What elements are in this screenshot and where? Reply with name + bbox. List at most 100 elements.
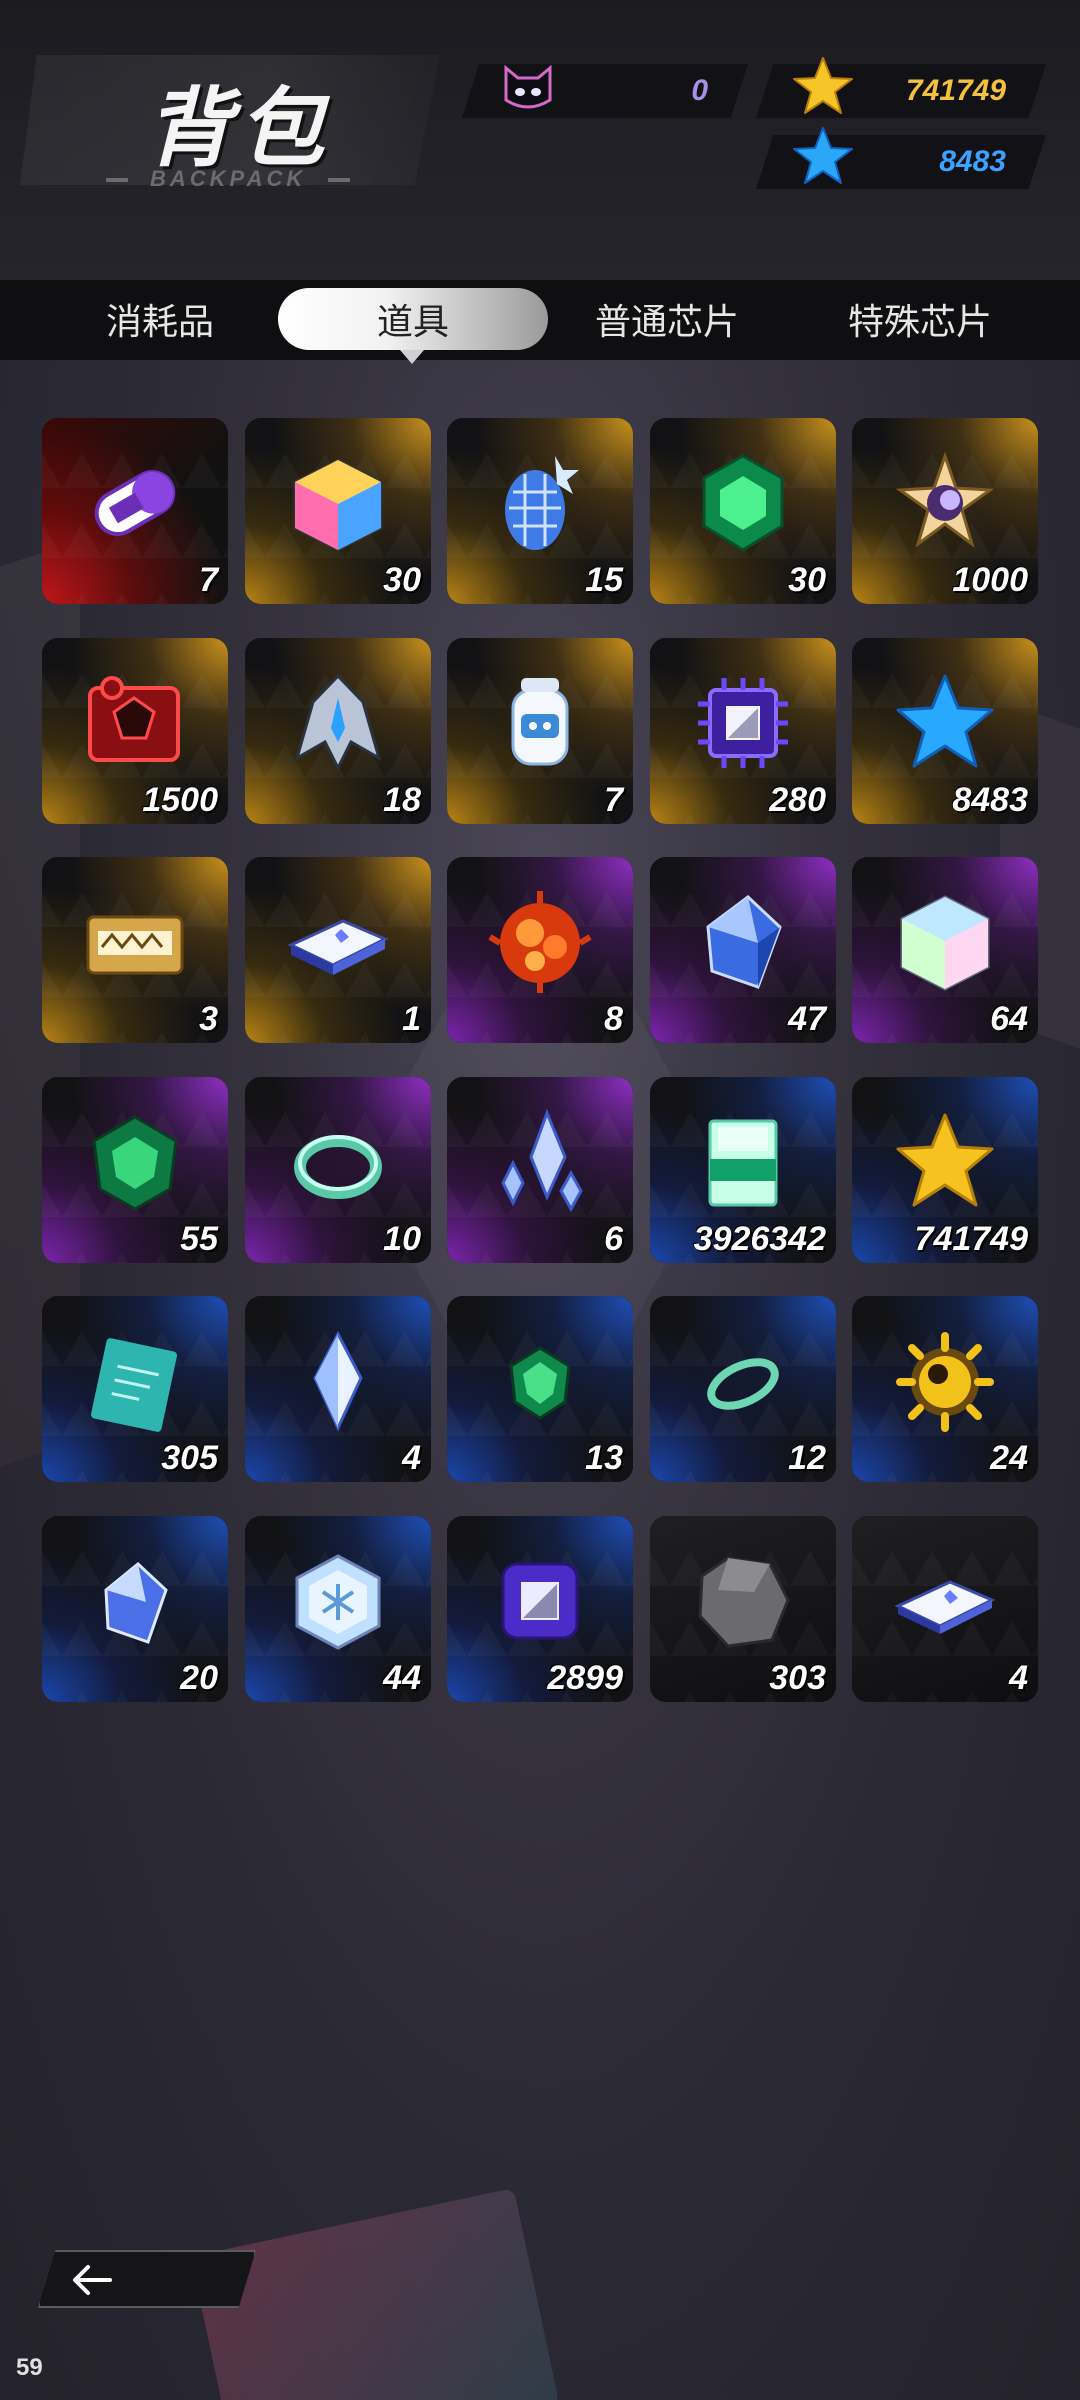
blue-star-icon bbox=[793, 127, 853, 184]
item-tile[interactable]: 30 bbox=[245, 418, 431, 604]
item-tile[interactable]: 6 bbox=[447, 1077, 633, 1263]
item-tile[interactable]: 303 bbox=[650, 1516, 836, 1702]
snowflake-hex-icon bbox=[295, 1554, 381, 1650]
item-tile[interactable]: 2899 bbox=[447, 1516, 633, 1702]
item-tile[interactable]: 280 bbox=[650, 638, 836, 824]
blue-star-icon bbox=[896, 674, 994, 768]
item-tile[interactable]: 741749 bbox=[852, 1077, 1038, 1263]
fps-counter: 59 bbox=[16, 2354, 43, 2381]
category-tabs: 消耗品 道具 普通芯片 特殊芯片 bbox=[0, 280, 1080, 364]
tab-special-chips[interactable]: 特殊芯片 bbox=[785, 288, 1055, 350]
spiky-orb-icon bbox=[896, 1332, 994, 1432]
item-count: 741749 bbox=[914, 1220, 1028, 1258]
crystal-block-icon bbox=[708, 1119, 778, 1207]
back-arrow-icon bbox=[73, 2265, 112, 2295]
item-count: 1000 bbox=[952, 561, 1028, 599]
item-tile[interactable]: 30 bbox=[650, 418, 836, 604]
item-tile[interactable]: 8483 bbox=[852, 638, 1038, 824]
item-count: 3 bbox=[199, 1000, 218, 1038]
item-tile[interactable]: 13 bbox=[447, 1296, 633, 1482]
item-count: 20 bbox=[180, 1659, 218, 1697]
item-count: 4 bbox=[1009, 1659, 1028, 1697]
item-count: 24 bbox=[990, 1439, 1028, 1477]
item-tile[interactable]: 3 bbox=[42, 857, 228, 1043]
item-tile[interactable]: 10 bbox=[245, 1077, 431, 1263]
item-count: 8483 bbox=[952, 781, 1028, 819]
plate-icon bbox=[287, 919, 389, 975]
blue-star-value: 8483 bbox=[939, 145, 1006, 178]
robot-jar-icon bbox=[511, 678, 569, 766]
purple-chip-icon bbox=[698, 678, 788, 768]
item-count: 64 bbox=[990, 1000, 1028, 1038]
blueprint-icon bbox=[91, 1338, 177, 1432]
item-tile[interactable]: 12 bbox=[650, 1296, 836, 1482]
item-count: 7 bbox=[604, 781, 623, 819]
item-tile[interactable]: 4 bbox=[245, 1296, 431, 1482]
cube-icon bbox=[293, 458, 383, 552]
item-tile[interactable]: 47 bbox=[650, 857, 836, 1043]
item-count: 18 bbox=[383, 781, 421, 819]
tab-items[interactable]: 道具 bbox=[278, 288, 548, 350]
small-emerald-icon bbox=[509, 1346, 571, 1420]
small-crystal-icon bbox=[104, 1562, 168, 1644]
blue-crystal-icon bbox=[706, 895, 782, 989]
tab-consumables[interactable]: 消耗品 bbox=[25, 288, 295, 350]
emerald-icon bbox=[92, 1115, 178, 1211]
item-tile[interactable]: 7 bbox=[42, 418, 228, 604]
item-tile[interactable]: 1500 bbox=[42, 638, 228, 824]
background-poster bbox=[190, 2188, 560, 2400]
mech-wing-icon bbox=[294, 673, 382, 772]
item-tile[interactable]: 55 bbox=[42, 1077, 228, 1263]
item-count: 55 bbox=[180, 1220, 218, 1258]
star-badge-icon bbox=[895, 451, 995, 548]
item-count: 1 bbox=[402, 1000, 421, 1038]
item-count: 47 bbox=[788, 1000, 826, 1038]
item-count: 10 bbox=[383, 1220, 421, 1258]
violet-chip-icon bbox=[501, 1562, 579, 1640]
gold-star-value: 741749 bbox=[905, 74, 1006, 107]
thin-ring-icon bbox=[707, 1358, 779, 1410]
page-subtitle: BACKPACK bbox=[84, 166, 372, 192]
gold-star-icon bbox=[896, 1113, 994, 1207]
item-count: 13 bbox=[585, 1439, 623, 1477]
green-gem-icon bbox=[702, 454, 784, 552]
item-count: 8 bbox=[604, 1000, 623, 1038]
item-grid: 7 30 15 30 1000 1500 18 7 280 8483 3 1 8 47 64 55 10 6 392… bbox=[42, 418, 1042, 1702]
item-tile[interactable]: 20 bbox=[42, 1516, 228, 1702]
prism-cube-icon bbox=[900, 895, 990, 991]
red-coral-icon bbox=[488, 891, 592, 993]
item-count: 30 bbox=[788, 561, 826, 599]
item-count: 1500 bbox=[142, 781, 218, 819]
item-count: 3926342 bbox=[693, 1220, 826, 1258]
header: 背包 BACKPACK 0 741749 8483 bbox=[0, 0, 1080, 280]
cat-face-icon bbox=[504, 64, 552, 109]
item-tile[interactable]: 3926342 bbox=[650, 1077, 836, 1263]
item-tile[interactable]: 1 bbox=[245, 857, 431, 1043]
crystal-shards-icon bbox=[501, 1108, 583, 1213]
item-tile[interactable]: 15 bbox=[447, 418, 633, 604]
active-tab-pointer bbox=[400, 350, 424, 364]
item-tile[interactable]: 24 bbox=[852, 1296, 1038, 1482]
crystal-pine-icon bbox=[505, 456, 579, 550]
cat-currency-value: 0 bbox=[691, 74, 708, 107]
item-tile[interactable]: 7 bbox=[447, 638, 633, 824]
item-count: 280 bbox=[769, 781, 826, 819]
item-tile[interactable]: 1000 bbox=[852, 418, 1038, 604]
item-tile[interactable]: 18 bbox=[245, 638, 431, 824]
item-count: 30 bbox=[383, 561, 421, 599]
item-count: 6 bbox=[604, 1220, 623, 1258]
item-tile[interactable]: 8 bbox=[447, 857, 633, 1043]
item-tile[interactable]: 44 bbox=[245, 1516, 431, 1702]
item-count: 7 bbox=[199, 561, 218, 599]
plate-small-icon bbox=[894, 1580, 996, 1634]
item-tile[interactable]: 305 bbox=[42, 1296, 228, 1482]
item-count: 44 bbox=[383, 1659, 421, 1697]
item-tile[interactable]: 4 bbox=[852, 1516, 1038, 1702]
back-button[interactable] bbox=[38, 2250, 256, 2308]
item-count: 303 bbox=[769, 1659, 826, 1697]
item-count: 2899 bbox=[547, 1659, 623, 1697]
tab-normal-chips[interactable]: 普通芯片 bbox=[532, 288, 802, 350]
red-puzzle-icon bbox=[88, 676, 180, 762]
item-count: 4 bbox=[402, 1439, 421, 1477]
item-tile[interactable]: 64 bbox=[852, 857, 1038, 1043]
